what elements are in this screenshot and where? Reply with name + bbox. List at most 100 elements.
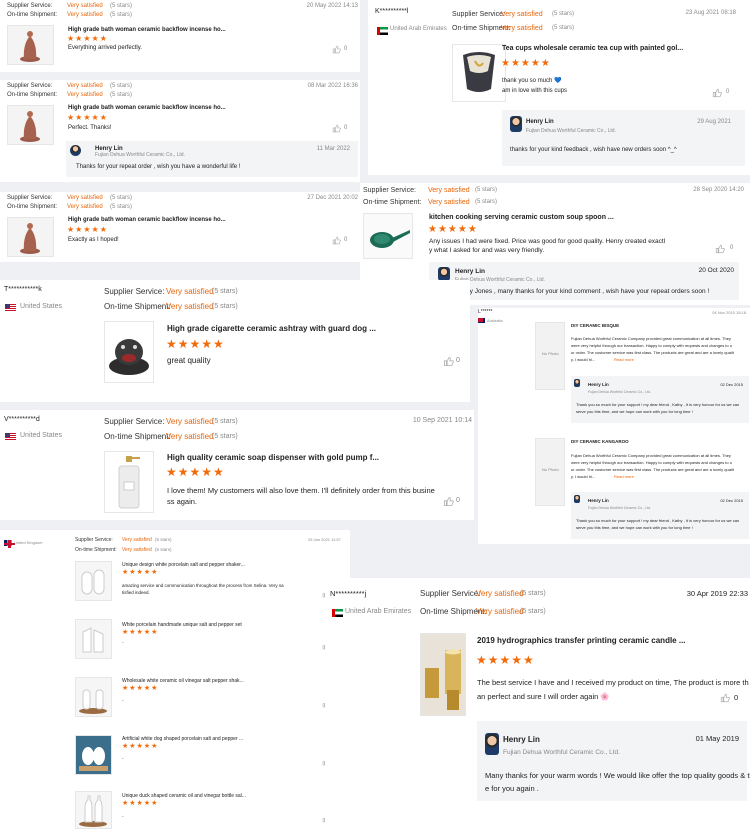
supplier-service-label: Supplier Service: (420, 589, 481, 598)
product-image[interactable] (104, 321, 154, 383)
replier-name: Henry Lin (455, 268, 485, 275)
thumb-up-icon (443, 496, 454, 507)
reply-text: thanks for your kind feedback , wish hav… (510, 147, 677, 153)
product-image[interactable] (75, 677, 112, 717)
product-image[interactable] (75, 619, 112, 659)
product-image[interactable] (75, 561, 112, 601)
review-card-7: L****** Australia 04 Nov 2015 15:18 No P… (478, 308, 750, 544)
ontime-shipment-label: On-time Shipment: (7, 12, 58, 18)
product-image[interactable] (7, 217, 54, 257)
review-date: 28 Sep 2020 14:20 (693, 187, 744, 193)
review-text-line: tisfied indeed. (122, 590, 150, 595)
reviewer-name: V**********d (4, 416, 40, 423)
review-text-line: - (122, 698, 124, 703)
no-photo-label: No Photo (542, 467, 559, 472)
product-image[interactable] (7, 105, 54, 145)
like-button[interactable] (332, 236, 341, 245)
rating-stars: ★★★★★ (428, 224, 478, 235)
supplier-service-rating: Very satisfied (476, 589, 524, 598)
product-title[interactable]: High grade bath woman ceramic backflow i… (68, 27, 226, 33)
like-count: 0 (456, 357, 460, 364)
product-title[interactable]: 2019 hydrographics transfer printing cer… (477, 636, 686, 645)
replier-company: Fujian Dehua Worthful Ceramic Co., Ltd. (95, 152, 185, 158)
like-button[interactable] (712, 88, 722, 98)
ontime-shipment-stars: (5 stars) (212, 433, 238, 440)
reply-date: 02 Dec 2015 (720, 382, 743, 387)
order-item: No Photo DIY CERAMIC KANGAROO Fujian Deh… (478, 428, 750, 544)
product-title[interactable]: High grade bath woman ceramic backflow i… (68, 105, 226, 111)
ontime-shipment-label: On-time Shipment: (7, 92, 58, 98)
review-card-3: Supplier Service: Very satisfied (5 star… (0, 192, 360, 262)
ontime-shipment-stars: (5 stars) (520, 608, 546, 615)
supplier-service-rating: Very satisfied (122, 537, 152, 543)
like-button[interactable] (720, 693, 730, 703)
product-image[interactable] (75, 735, 112, 775)
review-comment-line-1: Any issues I had were fixed. Price was g… (429, 238, 666, 245)
review-comment: great quality (167, 356, 211, 365)
ontime-shipment-label: On-time Shipment: (7, 204, 58, 210)
rating-stars: ★★★★★ (122, 629, 159, 636)
supplier-service-label: Supplier Service: (104, 417, 165, 426)
product-image[interactable] (75, 791, 112, 829)
like-button[interactable] (443, 496, 454, 507)
uk-flag-icon (4, 540, 15, 548)
supplier-service-label: Supplier Service: (104, 287, 165, 296)
product-image[interactable] (452, 44, 506, 102)
thumb-up-icon (332, 236, 341, 245)
ontime-shipment-stars: (5 stars) (475, 199, 498, 205)
order-item: No Photo DIY CERAMIC BISQUE Fujian Dehua… (478, 308, 750, 428)
reply-text-line: Thank you so much for your support ! my … (576, 518, 740, 523)
like-count: 0 (344, 46, 348, 52)
like-button[interactable] (332, 124, 341, 133)
review-date: 25 Jan 2021 11:57 (308, 537, 341, 542)
review-text-line: Fujian Dehua Worthful Ceramic Company pr… (571, 336, 731, 341)
like-button[interactable] (443, 356, 454, 367)
product-title[interactable]: High quality ceramic soap dispenser with… (167, 453, 379, 462)
product-image[interactable] (420, 633, 466, 716)
review-text-line: amazing service and communication throug… (122, 583, 284, 588)
ontime-shipment-rating: Very satisfied (166, 302, 214, 311)
product-image[interactable] (363, 213, 413, 259)
review-date: 30 Apr 2019 22:33 (686, 589, 748, 598)
supplier-service-stars: (5 stars) (110, 3, 133, 9)
list-item: Wholesale white ceramic oil vinegar salt… (0, 674, 350, 732)
us-flag-icon (5, 304, 16, 312)
read-more-link[interactable]: Read more (614, 357, 634, 362)
product-image-placeholder[interactable]: No Photo (535, 438, 565, 506)
reply-text-line-1: Many thanks for your warm words ! We wou… (485, 771, 750, 780)
product-title[interactable]: High grade cigarette ceramic ashtray wit… (167, 324, 376, 333)
rating-stars: ★★★★★ (166, 337, 225, 351)
supplier-service-stars: (5 stars) (552, 11, 575, 17)
supplier-service-label: Supplier Service: (7, 3, 53, 9)
like-button[interactable] (715, 244, 725, 254)
review-comment-line-2: ss again. (167, 497, 198, 506)
product-title[interactable]: High grade bath woman ceramic backflow i… (68, 217, 226, 223)
supplier-service-rating: Very satisfied (166, 287, 214, 296)
product-image[interactable] (104, 451, 154, 513)
supplier-service-rating: Very satisfied (501, 11, 543, 18)
list-item: Artificial white dog shaped porcelain sa… (0, 732, 350, 790)
read-more-link[interactable]: Read more (614, 474, 634, 479)
reply-date: 11 Mar 2022 (316, 146, 350, 152)
ontime-shipment-rating: Very satisfied (67, 204, 103, 210)
review-date: 23 Aug 2021 08:18 (685, 10, 736, 16)
review-date: 20 May 2022 14:13 (306, 3, 358, 9)
product-title[interactable]: DIY CERAMIC KANGAROO (571, 439, 629, 444)
thumb-up-icon (715, 244, 725, 254)
thumb-up-icon (332, 124, 341, 133)
review-text-line: - (122, 640, 124, 645)
product-image-placeholder[interactable]: No Photo (535, 322, 565, 390)
supplier-service-label: Supplier Service: (7, 195, 53, 201)
reviewer-country: United Kingdom (14, 540, 43, 545)
product-title[interactable]: kitchen cooking serving ceramic custom s… (429, 214, 614, 221)
product-image[interactable] (7, 25, 54, 65)
reply-date: 20 Oct 2020 (698, 267, 734, 274)
rating-stars: ★★★★★ (67, 113, 108, 122)
product-title[interactable]: DIY CERAMIC BISQUE (571, 323, 619, 328)
product-title[interactable]: Tea cups wholesale ceramic tea cup with … (502, 45, 683, 52)
like-button[interactable] (332, 45, 341, 54)
reply-text-line: serve you this time, and we hope can wor… (576, 409, 693, 414)
reviewer-name: N**********j (330, 589, 367, 598)
ontime-shipment-label: On-time Shipment: (104, 432, 171, 441)
supplier-service-stars: (5 stars) (212, 288, 238, 295)
